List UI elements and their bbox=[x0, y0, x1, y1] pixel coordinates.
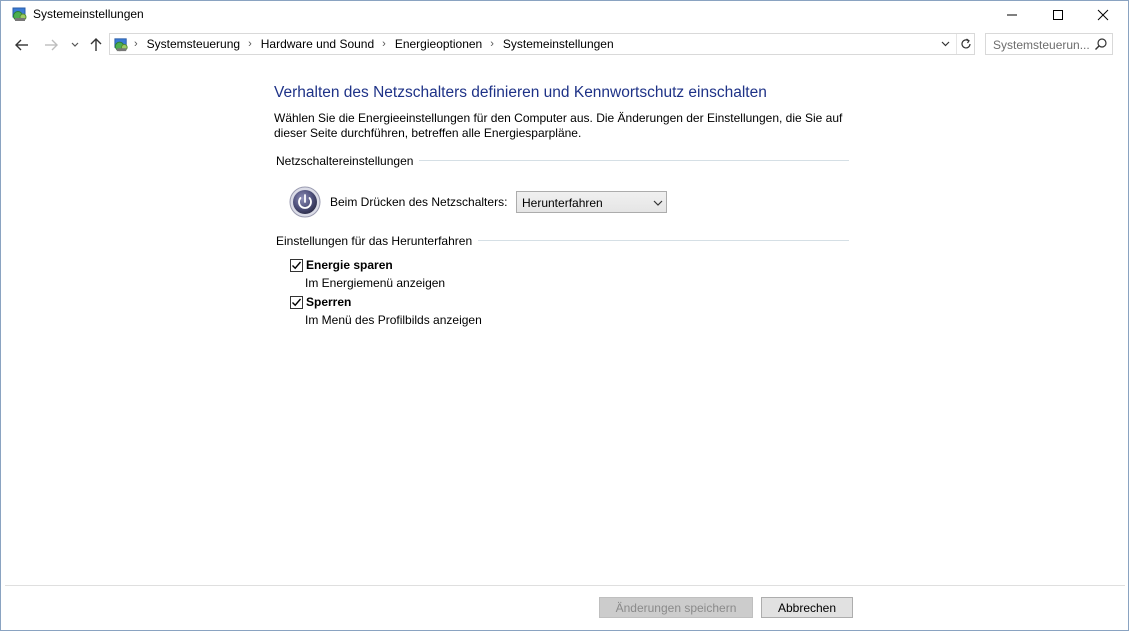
lock-checkbox[interactable] bbox=[290, 296, 303, 309]
breadcrumb-item[interactable]: Hardware und Sound bbox=[261, 37, 374, 51]
search-icon[interactable] bbox=[1094, 37, 1108, 51]
close-button[interactable] bbox=[1080, 1, 1126, 29]
page-title: Verhalten des Netzschalters definieren u… bbox=[274, 84, 767, 101]
recent-locations-chevron-icon[interactable] bbox=[66, 35, 84, 55]
power-button-icon bbox=[289, 186, 321, 218]
page-description: Wählen Sie die Energieeinstellungen für … bbox=[274, 111, 843, 140]
breadcrumb-separator-icon[interactable]: › bbox=[134, 38, 138, 50]
navigation-bar: › Systemsteuerung › Hardware und Sound ›… bbox=[1, 32, 1128, 58]
search-input[interactable]: Systemsteuerun... bbox=[985, 33, 1113, 55]
window-title: Systemeinstellungen bbox=[33, 7, 144, 21]
breadcrumb-separator-icon[interactable]: › bbox=[248, 38, 252, 50]
breadcrumb-item[interactable]: Systemeinstellungen bbox=[503, 37, 614, 51]
chevron-down-icon bbox=[652, 197, 664, 207]
maximize-button[interactable] bbox=[1035, 1, 1081, 29]
title-bar: Systemeinstellungen bbox=[1, 1, 1128, 31]
up-arrow-icon[interactable] bbox=[87, 35, 105, 55]
footer-divider bbox=[5, 585, 1125, 586]
back-arrow-icon[interactable] bbox=[13, 35, 31, 55]
control-panel-icon bbox=[11, 5, 29, 23]
energy-saving-checkbox[interactable] bbox=[290, 259, 303, 272]
lock-description: Im Menü des Profilbilds anzeigen bbox=[305, 313, 482, 327]
forward-arrow-icon[interactable] bbox=[42, 35, 60, 55]
breadcrumb: › Systemsteuerung › Hardware und Sound ›… bbox=[134, 37, 614, 51]
power-group-title: Netzschaltereinstellungen bbox=[276, 154, 420, 168]
energy-saving-description: Im Energiemenü anzeigen bbox=[305, 276, 446, 290]
energy-saving-label[interactable]: Energie sparen bbox=[306, 258, 393, 272]
breadcrumb-item[interactable]: Energieoptionen bbox=[395, 37, 482, 51]
address-bar[interactable]: › Systemsteuerung › Hardware und Sound ›… bbox=[109, 33, 975, 55]
cancel-button[interactable]: Abbrechen bbox=[761, 597, 853, 618]
breadcrumb-item[interactable]: Systemsteuerung bbox=[147, 37, 240, 51]
shutdown-group-title: Einstellungen für das Herunterfahren bbox=[276, 234, 479, 248]
minimize-button[interactable] bbox=[989, 1, 1035, 29]
power-button-label: Beim Drücken des Netzschalters: bbox=[330, 195, 508, 209]
search-placeholder: Systemsteuerun... bbox=[993, 38, 1090, 52]
refresh-icon[interactable] bbox=[956, 34, 974, 54]
save-changes-button[interactable]: Änderungen speichern bbox=[599, 597, 753, 618]
address-dropdown-chevron-icon[interactable] bbox=[936, 34, 954, 54]
lock-option[interactable]: Sperren bbox=[290, 295, 370, 311]
breadcrumb-separator-icon[interactable]: › bbox=[382, 38, 386, 50]
power-button-action-value: Herunterfahren bbox=[522, 196, 603, 210]
settings-window: Systemeinstellungen › Systemsteuerung › … bbox=[0, 0, 1129, 631]
lock-label[interactable]: Sperren bbox=[306, 295, 351, 309]
control-panel-icon bbox=[113, 36, 130, 53]
energy-saving-option[interactable]: Energie sparen bbox=[290, 258, 410, 274]
power-button-action-select[interactable]: Herunterfahren bbox=[516, 191, 667, 213]
breadcrumb-separator-icon[interactable]: › bbox=[490, 38, 494, 50]
